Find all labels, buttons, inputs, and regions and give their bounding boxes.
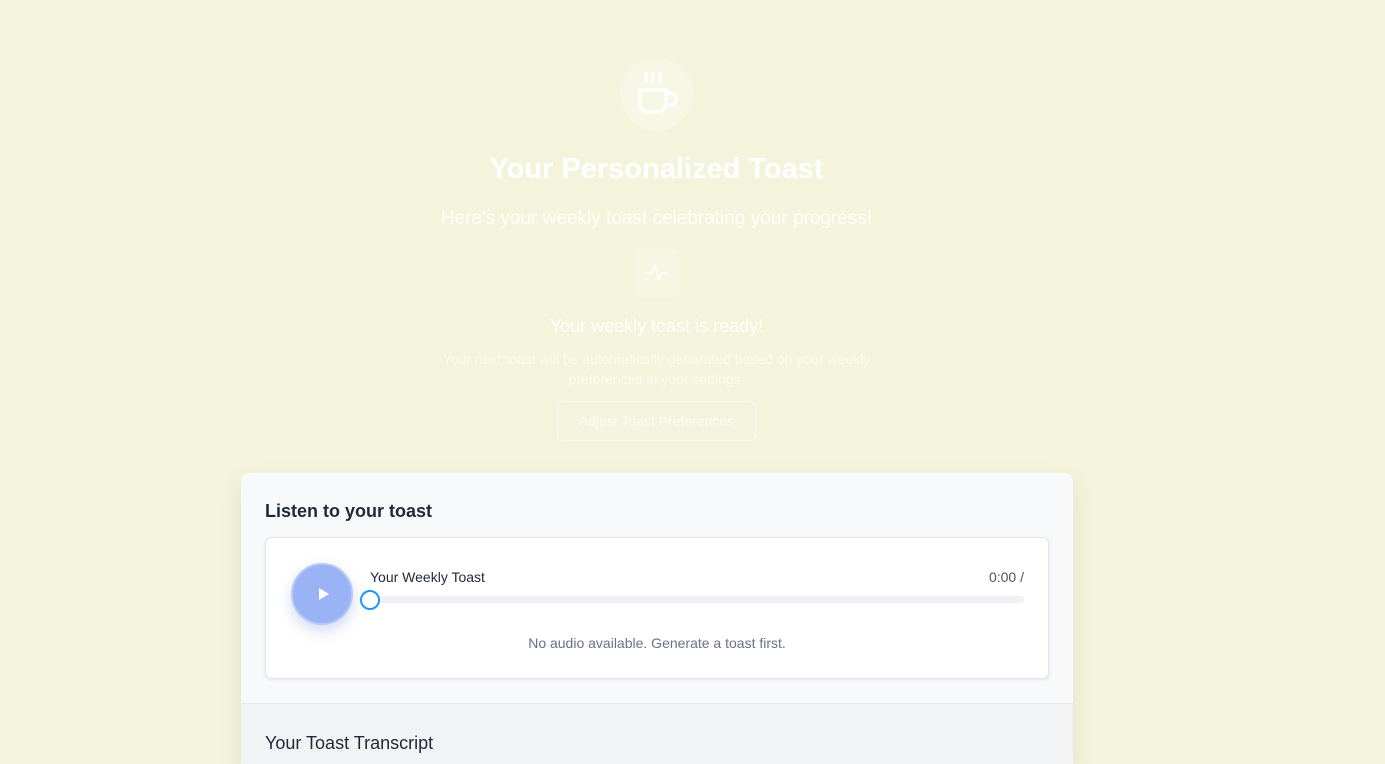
coffee-cup-icon [638, 71, 678, 114]
ready-status-text: Your weekly toast is ready! [549, 316, 764, 336]
page: Your Personalized Toast Here's your week… [0, 0, 1385, 764]
next-toast-info: Your next toast will be automatically ge… [442, 351, 871, 387]
listen-section-title: Listen to your toast [265, 501, 433, 521]
status-icon-box [633, 249, 681, 297]
no-audio-message: No audio available. Generate a toast fir… [528, 635, 786, 651]
playback-time: 0:00 / [988, 569, 1024, 585]
audio-player: Your Weekly Toast 0:00 / No audio availa… [265, 537, 1049, 679]
page-subtitle: Here's your weekly toast celebrating you… [440, 208, 873, 229]
adjust-preferences-button[interactable]: Adjust Toast Preferences [557, 401, 756, 441]
track-title: Your Weekly Toast [370, 569, 485, 585]
progress-handle[interactable] [360, 590, 380, 610]
page-title: Your Personalized Toast [489, 153, 824, 185]
play-icon [319, 588, 329, 600]
play-button[interactable] [291, 563, 353, 625]
progress-bar[interactable] [360, 590, 1024, 610]
toast-card: Listen to your toast Your Weekly Toast 0… [241, 473, 1073, 764]
transcript-title: Your Toast Transcript [265, 733, 434, 753]
transcript-section: Your Toast Transcript [241, 703, 1073, 764]
activity-pulse-icon [646, 265, 668, 281]
hero-icon-badge [620, 58, 693, 131]
